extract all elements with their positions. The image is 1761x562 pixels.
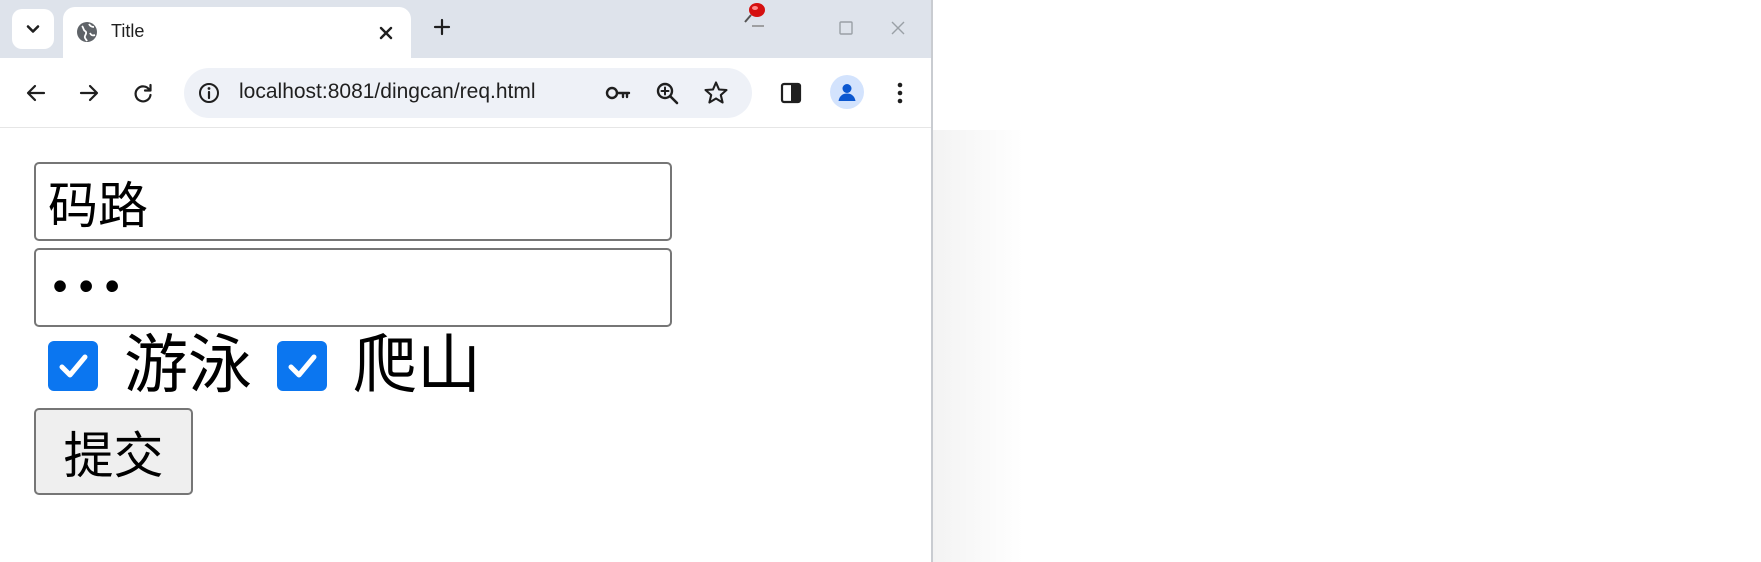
forward-button[interactable] bbox=[69, 73, 109, 113]
reload-icon bbox=[134, 83, 152, 103]
more-menu-button[interactable] bbox=[880, 73, 920, 113]
new-tab-button[interactable] bbox=[428, 13, 456, 41]
profile-button[interactable] bbox=[830, 75, 864, 109]
back-button[interactable] bbox=[16, 73, 56, 113]
star-icon bbox=[704, 81, 728, 104]
profile-icon bbox=[838, 84, 856, 101]
site-info-button[interactable] bbox=[195, 79, 223, 107]
url-text: localhost:8081/dingcan/req.html bbox=[239, 80, 536, 103]
arrow-right-icon bbox=[79, 84, 99, 102]
bookmark-button[interactable] bbox=[702, 79, 730, 107]
page-content: 游泳 爬山 提交 bbox=[0, 128, 931, 562]
zoom-icon bbox=[656, 82, 679, 105]
maximize-icon bbox=[839, 21, 853, 35]
tab-title: Title bbox=[111, 21, 145, 41]
address-bar[interactable]: localhost:8081/dingcan/req.html bbox=[184, 68, 752, 118]
tab-active[interactable]: Title bbox=[63, 7, 411, 58]
zoom-button[interactable] bbox=[653, 79, 681, 107]
username-input[interactable] bbox=[34, 162, 672, 241]
password-input[interactable] bbox=[34, 248, 672, 327]
checkmark-icon bbox=[59, 354, 88, 378]
close-icon bbox=[379, 26, 393, 40]
side-panel-icon bbox=[780, 82, 802, 104]
tab-strip: Title bbox=[0, 0, 931, 58]
checkbox-label-hiking: 爬山 bbox=[353, 329, 481, 403]
checkbox-label-swimming: 游泳 bbox=[124, 329, 252, 403]
globe-icon bbox=[77, 22, 97, 42]
chevron-down-icon bbox=[26, 25, 40, 33]
side-panel-button[interactable] bbox=[771, 73, 811, 113]
window-shadow bbox=[933, 130, 1023, 562]
plus-icon bbox=[433, 18, 451, 36]
submit-button[interactable]: 提交 bbox=[34, 408, 193, 495]
arrow-left-icon bbox=[26, 84, 46, 102]
checkbox-hiking[interactable] bbox=[277, 341, 327, 391]
close-window-button[interactable] bbox=[878, 10, 918, 46]
site-info-icon bbox=[199, 83, 219, 103]
tab-search-button[interactable] bbox=[12, 9, 54, 49]
key-icon bbox=[605, 86, 631, 100]
password-manager-button[interactable] bbox=[604, 79, 632, 107]
tab-close-button[interactable] bbox=[373, 20, 399, 46]
reload-button[interactable] bbox=[123, 73, 163, 113]
pushpin-icon bbox=[744, 3, 765, 27]
browser-toolbar: localhost:8081/dingcan/req.html bbox=[0, 58, 931, 128]
maximize-button[interactable] bbox=[826, 10, 866, 46]
more-icon bbox=[897, 82, 903, 104]
browser-window: Title localhost:8081/dingcan/req.html 码路… bbox=[0, 0, 933, 562]
checkbox-swimming[interactable] bbox=[48, 341, 98, 391]
checkmark-icon bbox=[288, 354, 317, 378]
close-icon bbox=[891, 21, 905, 35]
